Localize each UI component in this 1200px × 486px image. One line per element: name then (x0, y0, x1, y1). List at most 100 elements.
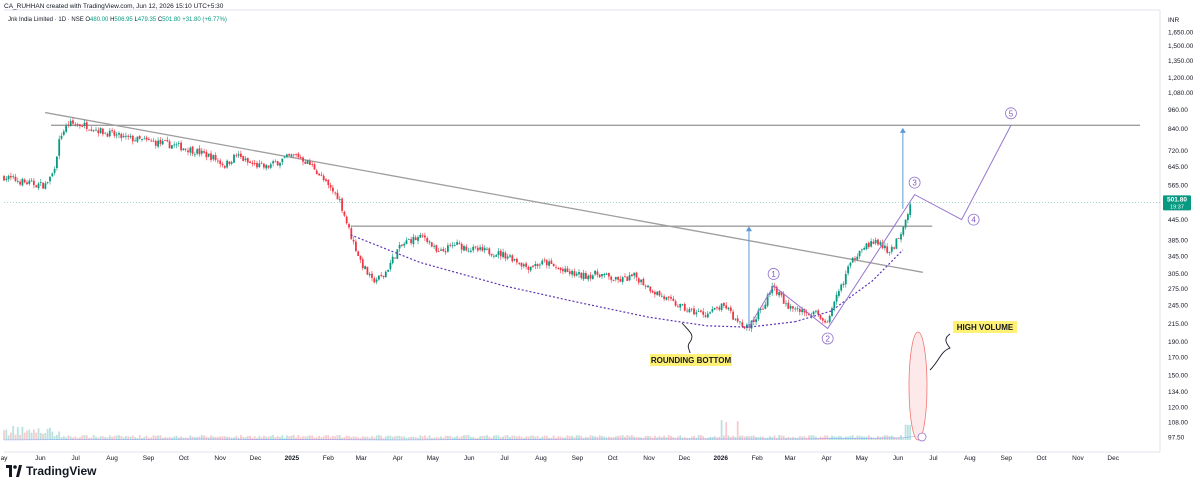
candle-body (789, 306, 792, 309)
candle-body (343, 211, 346, 216)
volume-bar (750, 435, 753, 440)
volume-bar (3, 430, 5, 440)
candle-body (778, 292, 780, 296)
volume-bar (228, 436, 231, 440)
volume-bar (58, 431, 61, 440)
volume-bar (702, 436, 705, 440)
price-chart[interactable]: INR 1,650.00 1,500.00 1,350.00 1,200.00 1,080… (0, 0, 1200, 486)
candle-body (826, 321, 829, 323)
volume-bar (907, 424, 909, 440)
candle-body (267, 165, 270, 168)
rounding-bottom-label: ROUNDING BOTTOM (651, 356, 732, 365)
candle-body (672, 298, 675, 301)
volume-bar (670, 436, 672, 440)
volume-bar (734, 437, 737, 440)
candle-body (884, 245, 886, 249)
volume-bar (384, 436, 387, 440)
candle-body (368, 273, 371, 276)
candle-body (26, 182, 28, 185)
candle-body (511, 255, 514, 262)
volume-bar (564, 437, 567, 440)
volume-bar (628, 436, 631, 440)
volume-bar (141, 437, 143, 440)
candle-body (874, 240, 877, 244)
volume-bar (30, 432, 33, 440)
volume-bar (352, 436, 355, 440)
candle-body (856, 256, 859, 260)
volume-bar (51, 431, 54, 440)
volume-bar (522, 437, 525, 440)
candle-body (674, 301, 677, 306)
candle-body (76, 124, 79, 125)
candle-body (42, 182, 44, 189)
volume-bar (720, 420, 723, 440)
volume-bar (325, 435, 327, 440)
volume-bar (840, 436, 843, 440)
volume-bar (407, 437, 410, 440)
candle-body (217, 160, 219, 162)
volume-bar (723, 435, 725, 440)
candle-body (150, 140, 153, 142)
candle-body (19, 181, 21, 185)
x-tick-label: Mar (356, 455, 368, 462)
candle-body (890, 246, 893, 252)
x-tick-label: 2026 (714, 455, 729, 462)
x-tick-label: Mar (784, 455, 796, 462)
candle-body (764, 304, 767, 309)
candle-body (159, 139, 162, 144)
candle-body (865, 243, 868, 250)
candle-body (729, 307, 732, 312)
x-tick-label: Aug (535, 455, 547, 462)
candle-body (269, 164, 272, 168)
volume-bar (718, 436, 721, 440)
volume-bar (663, 435, 665, 440)
candle-body (125, 135, 127, 137)
candle-body (792, 306, 794, 309)
candle-body (667, 296, 670, 298)
candle-body (361, 259, 364, 269)
rounding-bottom-pointer (681, 322, 693, 354)
y-tick-label: 108.00 (1168, 420, 1188, 427)
volume-bar (893, 436, 895, 440)
volume-bar (647, 436, 649, 440)
volume-bar (205, 436, 208, 440)
volume-bar (410, 436, 412, 440)
candle-body (295, 153, 297, 155)
wave-4-label: 4 (971, 216, 976, 225)
volume-bar (693, 435, 695, 440)
candle-body (290, 154, 293, 157)
candle-body (194, 154, 196, 156)
x-tick-label: Aug (106, 455, 118, 462)
candle-body (828, 315, 831, 323)
candle-body (207, 153, 210, 157)
volume-bar (401, 436, 403, 440)
candle-body (656, 291, 659, 296)
candle-body (161, 141, 164, 145)
tradingview-brand[interactable]: TradingView (6, 464, 96, 478)
candle-body (566, 268, 569, 272)
volume-bar (849, 435, 852, 440)
y-tick-label: 565.00 (1168, 183, 1188, 190)
candle-body (863, 247, 866, 250)
volume-bar (39, 432, 42, 440)
candle-body (168, 141, 171, 149)
volume-bar (403, 436, 406, 440)
candle-body (83, 122, 86, 126)
candle-body (637, 278, 640, 283)
candle-body (131, 135, 134, 142)
candle-body (539, 264, 541, 266)
volume-bar (465, 435, 468, 440)
candle-body (334, 192, 337, 194)
x-tick-label: Jun (35, 455, 46, 462)
volume-bar (886, 435, 889, 440)
candle-body (88, 129, 90, 131)
candle-body (608, 272, 610, 277)
volume-bar (440, 436, 442, 440)
candle-body (152, 140, 155, 142)
candle-body (633, 272, 636, 276)
candle-body (610, 276, 613, 280)
volume-bar (656, 437, 659, 440)
y-tick-label: 305.00 (1168, 271, 1188, 278)
x-tick-label: Oct (1036, 455, 1046, 462)
candle-body (72, 120, 74, 124)
